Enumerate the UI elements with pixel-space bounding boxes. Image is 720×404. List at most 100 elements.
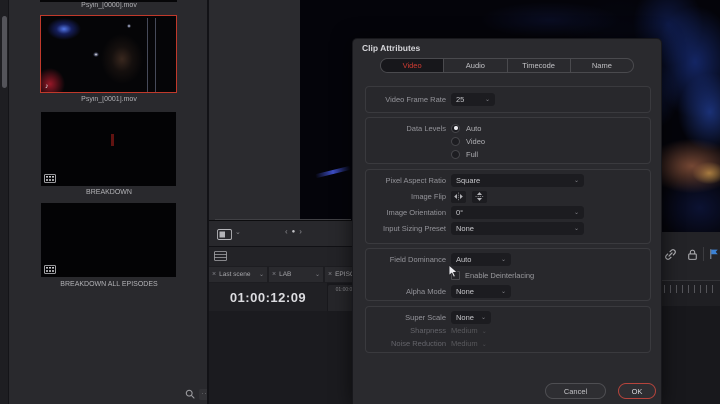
field-label: Image Flip — [410, 192, 446, 201]
right-toolbar-icons — [662, 242, 720, 266]
field-label: Pixel Aspect Ratio — [385, 176, 446, 185]
red-stage-glow — [41, 68, 65, 92]
mouse-cursor — [448, 264, 459, 278]
chevron-down-icon: ⌄ — [573, 210, 579, 216]
clip-thumbnail[interactable] — [41, 112, 176, 186]
cancel-button[interactable]: Cancel — [545, 383, 606, 399]
field-label: Noise Reduction — [390, 338, 446, 348]
faint-red-detail — [111, 134, 114, 146]
super-scale-section: Super Scale None ⌄ Sharpness Medium ⌄ Noi… — [365, 306, 651, 353]
timeline-tab[interactable]: × Last scene ⌄ — [209, 267, 267, 282]
timeline-tabs: × Last scene ⌄ × LAB ⌄ × EPISO — [209, 266, 360, 283]
film-strip-icon — [44, 174, 56, 183]
alpha-mode-dropdown[interactable]: None ⌄ — [451, 285, 511, 298]
clip-name: BREAKDOWN — [86, 189, 132, 196]
clip-attributes-dialog: Clip Attributes Video Audio Timecode Nam… — [352, 38, 662, 404]
chevron-down-icon: ⌄ — [573, 226, 579, 232]
timeline-tab-label: Last scene — [219, 271, 251, 278]
film-strip-icon — [44, 265, 56, 274]
prev-icon[interactable]: ‹ — [285, 227, 292, 236]
radio-full[interactable] — [451, 149, 460, 159]
scrollbar-thumb[interactable] — [2, 16, 7, 88]
media-pool-scrollbar[interactable] — [0, 0, 9, 404]
chevron-down-icon[interactable]: ⌄ — [311, 271, 320, 278]
video-frame-rate-dropdown[interactable]: 25 ⌄ — [451, 93, 495, 106]
audio-badge-icon: ♪ — [45, 83, 49, 90]
timeline-mode-row — [209, 246, 360, 266]
field-label: Alpha Mode — [405, 287, 446, 296]
chevron-down-icon: ⌄ — [500, 257, 506, 263]
chevron-down-icon: ⌄ — [480, 314, 486, 321]
clip-name: Psyin_[0001].mov — [81, 96, 137, 103]
chevron-down-icon: ⌄ — [500, 289, 506, 295]
timeline-track-area — [662, 306, 720, 404]
timecode-row: 01:00:12:09 01:00:0 — [209, 283, 360, 311]
radio-auto[interactable] — [451, 123, 460, 133]
timecode-display: 01:00:12:09 — [209, 283, 327, 311]
field-dominance-section: Field Dominance Auto ⌄ Enable Deinterlac… — [365, 248, 651, 301]
input-sizing-preset-dropdown[interactable]: None ⌄ — [451, 222, 584, 235]
close-icon[interactable]: × — [328, 271, 332, 278]
dialog-tab-bar: Video Audio Timecode Name — [380, 58, 634, 73]
sharpness-dropdown-disabled: Medium ⌄ — [451, 325, 487, 335]
stage-light-dot — [127, 24, 131, 28]
timeline-icon[interactable] — [214, 251, 227, 261]
viewer-side-panel — [209, 0, 300, 220]
timeline-panel: ⌄ ‹●› × Last scene ⌄ × LAB ⌄ × EPISO 01:… — [209, 220, 360, 404]
data-levels-section: Data Levels Auto Video Full — [365, 117, 651, 164]
geometry-section: Pixel Aspect Ratio Square ⌄ Image Flip I… — [365, 169, 651, 244]
ruler-ticks — [664, 285, 718, 293]
chevron-down-icon[interactable]: ⌄ — [255, 271, 264, 278]
chevron-down-icon[interactable]: ⌄ — [235, 228, 241, 236]
viewer-toolbar: ⌄ ‹●› — [209, 220, 360, 246]
chevron-down-icon: ⌄ — [481, 328, 487, 335]
transport-controls[interactable]: ‹●› — [285, 227, 306, 236]
pixel-aspect-ratio-dropdown[interactable]: Square ⌄ — [451, 174, 584, 187]
field-label: Field Dominance — [389, 255, 446, 264]
tab-video[interactable]: Video — [381, 59, 445, 72]
tab-timecode[interactable]: Timecode — [508, 59, 571, 72]
close-icon[interactable]: × — [212, 271, 216, 278]
media-pool-sidebar: Psyin_[0000].mov ♪ Psyin_[0001].mov BREA… — [9, 0, 213, 404]
chevron-down-icon: ⌄ — [481, 341, 487, 348]
right-toolbar-panel — [662, 232, 720, 404]
flip-horizontal-icon — [454, 192, 463, 201]
clip-monitor-icon[interactable] — [217, 229, 232, 240]
next-icon[interactable]: › — [299, 227, 306, 236]
light-beam — [147, 18, 148, 92]
field-dominance-dropdown[interactable]: Auto ⌄ — [451, 253, 511, 266]
field-label: Video Frame Rate — [385, 95, 446, 104]
link-icon[interactable] — [664, 248, 677, 261]
flip-vertical-button[interactable] — [472, 190, 487, 203]
close-icon[interactable]: × — [272, 271, 276, 278]
clip-name: BREAKDOWN ALL EPISODES — [60, 281, 158, 288]
clip-thumbnail[interactable] — [41, 203, 176, 277]
stage-light-glow — [47, 18, 81, 40]
stage-light-dot — [93, 52, 99, 57]
performer-silhouette — [101, 34, 143, 84]
clip-name: Psyin_[0000].mov — [81, 2, 137, 9]
dialog-title: Clip Attributes — [362, 43, 421, 53]
tab-audio[interactable]: Audio — [444, 59, 508, 72]
image-orientation-dropdown[interactable]: 0° ⌄ — [451, 206, 584, 219]
timeline-ruler[interactable] — [662, 280, 720, 306]
light-beam — [155, 18, 156, 92]
radio-video[interactable] — [451, 136, 460, 146]
search-icon[interactable] — [185, 389, 195, 399]
flip-vertical-icon — [475, 192, 484, 201]
lock-icon[interactable] — [686, 248, 699, 261]
field-label: Sharpness — [410, 325, 446, 335]
super-scale-dropdown[interactable]: None ⌄ — [451, 310, 491, 324]
field-label: Input Sizing Preset — [383, 224, 446, 233]
field-label: Super Scale — [405, 312, 446, 322]
ok-button[interactable]: OK — [618, 383, 656, 399]
clip-thumbnail-selected[interactable]: ♪ — [40, 15, 177, 93]
frame-rate-section: Video Frame Rate 25 ⌄ — [365, 86, 651, 113]
timeline-tab[interactable]: × LAB ⌄ — [269, 267, 323, 282]
media-pool-footer: ··· — [9, 385, 213, 404]
flag-icon[interactable] — [708, 248, 720, 260]
tab-name[interactable]: Name — [571, 59, 633, 72]
toolbar-separator — [703, 247, 704, 261]
davinci-resolve-screen: Psyin_[0000].mov ♪ Psyin_[0001].mov BREA… — [0, 0, 720, 404]
flip-horizontal-button[interactable] — [451, 190, 466, 203]
